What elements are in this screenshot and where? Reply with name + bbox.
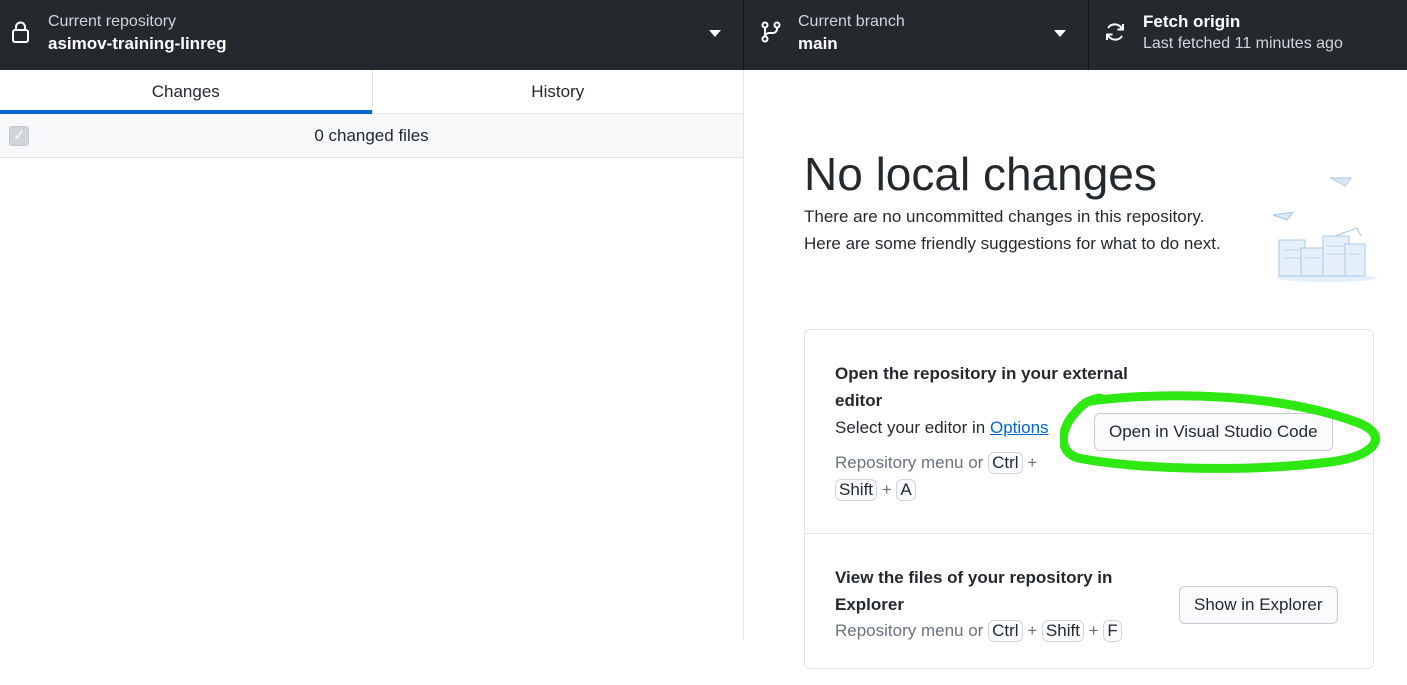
hint-text: Repository menu or — [835, 453, 989, 472]
kbd-key: Ctrl — [988, 452, 1023, 474]
sidebar-tabs: Changes History — [0, 70, 743, 114]
no-changes-view: No local changes There are no uncommitte… — [745, 70, 1407, 669]
tab-changes[interactable]: Changes — [0, 70, 372, 114]
keyboard-shortcut-hint: Repository menu or Ctrl + Shift + A — [835, 452, 1038, 501]
current-repository-button[interactable]: Current repository asimov-training-linre… — [0, 0, 744, 70]
suggestion-open-editor: Open the repository in your external edi… — [805, 330, 1373, 534]
kbd-key: F — [1103, 620, 1122, 642]
changes-sidebar: Changes History 0 changed files — [0, 70, 744, 640]
branch-name: main — [798, 34, 838, 53]
blank-description: There are no uncommitted changes in this… — [804, 207, 1221, 253]
fetch-label: Fetch origin — [1143, 12, 1241, 31]
app-toolbar: Current repository asimov-training-linre… — [0, 0, 1407, 70]
hint-text: Repository menu or — [835, 621, 989, 640]
changes-list-header: 0 changed files — [0, 114, 743, 158]
fetch-status: Last fetched 11 minutes ago — [1143, 35, 1343, 52]
lock-icon — [12, 21, 29, 43]
open-in-editor-button[interactable]: Open in Visual Studio Code — [1094, 413, 1333, 451]
options-link[interactable]: Options — [990, 418, 1049, 437]
tab-history[interactable]: History — [371, 70, 744, 113]
changed-files-count: 0 changed files — [314, 126, 429, 145]
page-title: No local changes — [804, 148, 1157, 200]
suggestions-panel: Open the repository in your external edi… — [804, 329, 1374, 669]
sync-icon — [1106, 23, 1124, 41]
kbd-key: Shift — [835, 479, 878, 501]
suggestion-title: View the files of your repository in Exp… — [835, 568, 1113, 614]
kbd-key: A — [896, 479, 916, 501]
kbd-key: Ctrl — [988, 620, 1023, 642]
branch-label: Current branch — [798, 13, 905, 30]
select-all-checkbox[interactable] — [9, 126, 29, 146]
suggestion-show-explorer: View the files of your repository in Exp… — [805, 535, 1373, 685]
chevron-down-icon — [709, 30, 721, 37]
empty-state-illustration — [1272, 177, 1377, 282]
current-branch-button[interactable]: Current branch main — [744, 0, 1089, 70]
git-branch-icon — [761, 21, 781, 43]
select-editor-text: Select your editor in — [835, 418, 990, 437]
fetch-origin-button[interactable]: Fetch origin Last fetched 11 minutes ago — [1089, 0, 1407, 70]
show-in-explorer-button[interactable]: Show in Explorer — [1179, 586, 1338, 624]
repository-name: asimov-training-linreg — [48, 34, 227, 53]
repository-label: Current repository — [48, 13, 177, 30]
suggestion-title: Open the repository in your external edi… — [835, 364, 1128, 410]
chevron-down-icon — [1054, 30, 1066, 37]
suggestion-description: Select your editor in Options — [835, 414, 1049, 441]
kbd-key: Shift — [1041, 620, 1084, 642]
